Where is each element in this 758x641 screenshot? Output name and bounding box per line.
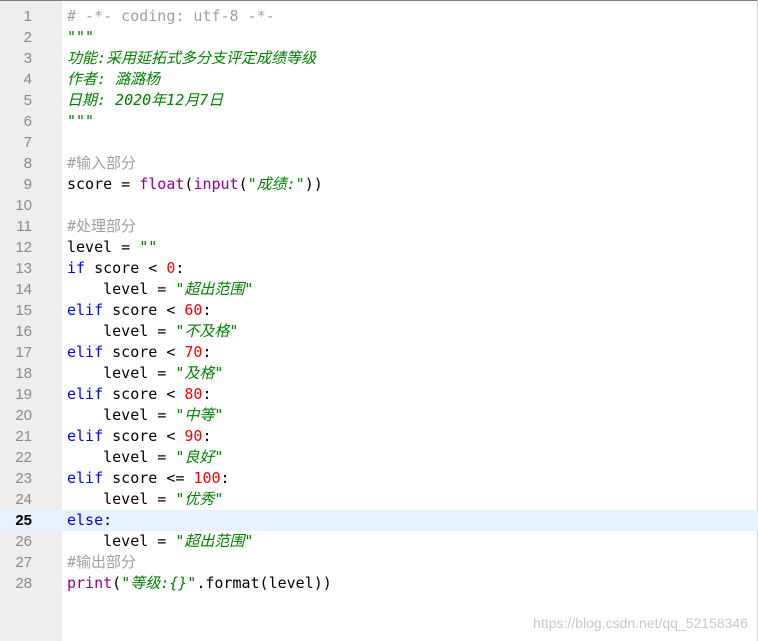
code-line[interactable]: 18 level = "及格"	[0, 363, 758, 384]
line-number: 21	[15, 428, 32, 445]
line-number: 12	[15, 239, 32, 256]
code-line[interactable]: 27 #输出部分	[0, 552, 758, 573]
code-text[interactable]: #输出部分	[67, 552, 136, 573]
code-line[interactable]: 4 作者: 潞潞杨	[0, 69, 758, 90]
code-text[interactable]: """	[67, 27, 94, 48]
line-number: 17	[15, 344, 32, 361]
code-line[interactable]: 13 if score < 0:	[0, 258, 758, 279]
line-number: 5	[23, 92, 32, 109]
code-text[interactable]: level = "超出范围"	[67, 279, 253, 300]
line-number: 24	[15, 491, 32, 508]
code-lines[interactable]: 1 # -*- coding: utf-8 -*- 2 """ 3 功能:采用延拓式多分支…	[0, 6, 758, 594]
line-number: 23	[15, 470, 32, 487]
code-line[interactable]: 9 score = float(input("成绩:"))	[0, 174, 758, 195]
line-number: 11	[16, 218, 32, 235]
code-line[interactable]: 22 level = "良好"	[0, 447, 758, 468]
line-number: 6	[23, 113, 32, 130]
line-number: 3	[23, 50, 32, 67]
code-text[interactable]: elif score < 60:	[67, 300, 212, 321]
code-text[interactable]: elif score <= 100:	[67, 468, 230, 489]
code-line[interactable]: 8 #输入部分	[0, 153, 758, 174]
code-text[interactable]: 作者: 潞潞杨	[67, 69, 160, 90]
code-text[interactable]: level = "中等"	[67, 405, 223, 426]
code-text[interactable]: elif score < 80:	[67, 384, 212, 405]
code-line[interactable]: 5 日期: 2020年12月7日	[0, 90, 758, 111]
code-line[interactable]: 21 elif score < 90:	[0, 426, 758, 447]
line-number: 13	[15, 260, 32, 277]
code-line[interactable]: 6 """	[0, 111, 758, 132]
line-number: 9	[23, 176, 32, 193]
code-text[interactable]: level = "及格"	[67, 363, 223, 384]
line-number: 19	[15, 386, 32, 403]
code-text[interactable]: score = float(input("成绩:"))	[67, 174, 323, 195]
editor-top-border	[0, 0, 758, 1]
code-line[interactable]: 1 # -*- coding: utf-8 -*-	[0, 6, 758, 27]
code-line[interactable]: 3 功能:采用延拓式多分支评定成绩等级	[0, 48, 758, 69]
code-line[interactable]: 15 elif score < 60:	[0, 300, 758, 321]
line-number: 4	[23, 71, 32, 88]
code-line[interactable]: 14 level = "超出范围"	[0, 279, 758, 300]
code-text[interactable]: else:	[67, 510, 112, 531]
code-line[interactable]: 25 else:	[0, 510, 758, 531]
code-line[interactable]: 10	[0, 195, 758, 216]
watermark: https://blog.csdn.net/qq_52158346	[533, 615, 748, 631]
code-text[interactable]: elif score < 70:	[67, 342, 212, 363]
line-number: 2	[23, 29, 32, 46]
line-number: 16	[15, 323, 32, 340]
line-number: 22	[15, 449, 32, 466]
code-line[interactable]: 28 print("等级:{}".format(level))	[0, 573, 758, 594]
line-number: 28	[15, 575, 32, 592]
code-line[interactable]: 19 elif score < 80:	[0, 384, 758, 405]
code-line[interactable]: 23 elif score <= 100:	[0, 468, 758, 489]
code-editor[interactable]: 1 # -*- coding: utf-8 -*- 2 """ 3 功能:采用延拓式多分支…	[0, 0, 758, 641]
line-number: 18	[15, 365, 32, 382]
code-text[interactable]: 功能:采用延拓式多分支评定成绩等级	[67, 48, 316, 69]
code-text[interactable]: elif score < 90:	[67, 426, 212, 447]
code-line[interactable]: 16 level = "不及格"	[0, 321, 758, 342]
code-text[interactable]: if score < 0:	[67, 258, 184, 279]
line-number: 25	[15, 512, 32, 529]
line-number: 14	[15, 281, 32, 298]
code-text[interactable]: #处理部分	[67, 216, 136, 237]
code-line[interactable]: 2 """	[0, 27, 758, 48]
code-line[interactable]: 26 level = "超出范围"	[0, 531, 758, 552]
line-number: 15	[15, 302, 32, 319]
code-line[interactable]: 12 level = ""	[0, 237, 758, 258]
code-text[interactable]: 日期: 2020年12月7日	[67, 90, 223, 111]
line-number: 8	[23, 155, 32, 172]
line-number: 27	[15, 554, 32, 571]
line-number: 1	[23, 8, 32, 25]
code-text[interactable]: level = "优秀"	[67, 489, 223, 510]
code-line[interactable]: 17 elif score < 70:	[0, 342, 758, 363]
code-text[interactable]: level = ""	[67, 237, 157, 258]
code-text[interactable]: level = "超出范围"	[67, 531, 253, 552]
line-number: 10	[15, 197, 32, 214]
code-text[interactable]: level = "不及格"	[67, 321, 238, 342]
line-number: 20	[15, 407, 32, 424]
code-text[interactable]: # -*- coding: utf-8 -*-	[67, 6, 275, 27]
line-number: 26	[15, 533, 32, 550]
code-line[interactable]: 20 level = "中等"	[0, 405, 758, 426]
code-line[interactable]: 11 #处理部分	[0, 216, 758, 237]
line-number: 7	[23, 134, 32, 151]
code-text[interactable]: print("等级:{}".format(level))	[67, 573, 332, 594]
code-text[interactable]: """	[67, 111, 94, 132]
code-line[interactable]: 24 level = "优秀"	[0, 489, 758, 510]
code-text[interactable]: level = "良好"	[67, 447, 223, 468]
code-line[interactable]: 7	[0, 132, 758, 153]
code-text[interactable]: #输入部分	[67, 153, 136, 174]
